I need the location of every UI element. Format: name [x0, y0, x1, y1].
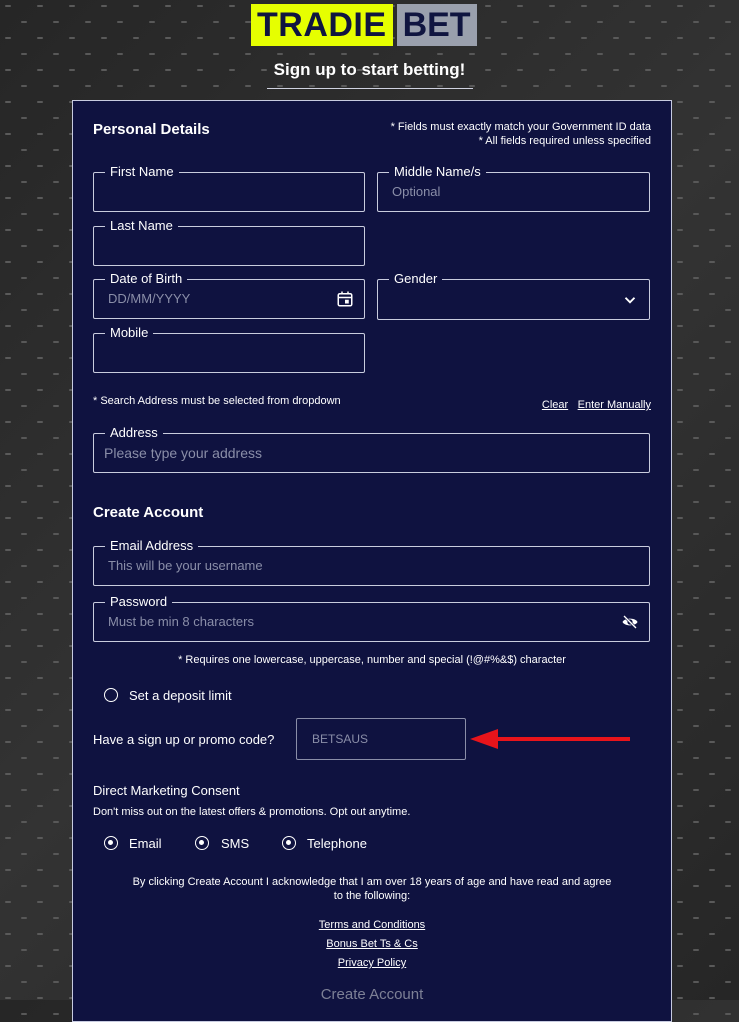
legal-text: By clicking Create Account I acknowledge…	[132, 876, 612, 902]
telephone-consent-label: Telephone	[307, 836, 367, 851]
middle-name-label: Middle Name/s	[389, 164, 486, 180]
email-consent-label: Email	[129, 836, 162, 851]
privacy-link[interactable]: Privacy Policy	[338, 957, 406, 969]
dob-field[interactable]: Date of Birth DD/MM/YYYY	[93, 271, 365, 319]
legal-links: Terms and Conditions Bonus Bet Ts & Cs P…	[73, 915, 671, 972]
promo-label: Have a sign up or promo code?	[93, 732, 275, 747]
password-requirements: * Requires one lowercase, uppercase, num…	[178, 654, 566, 666]
promo-code-value: BETSAUS	[312, 732, 369, 746]
first-name-label: First Name	[105, 164, 179, 180]
id-note-2: * All fields required unless specified	[478, 135, 651, 147]
personal-details-title: Personal Details	[93, 121, 210, 138]
promo-code-input[interactable]: BETSAUS	[296, 718, 466, 760]
password-label: Password	[105, 594, 173, 610]
email-label: Email Address	[105, 538, 199, 554]
id-note-1: * Fields must exactly match your Governm…	[390, 121, 651, 133]
sms-consent-label: SMS	[221, 836, 250, 851]
clear-address-link[interactable]: Clear	[542, 399, 568, 411]
password-field[interactable]: Password Must be min 8 characters	[93, 594, 650, 642]
page-tagline: Sign up to start betting!	[273, 60, 466, 79]
eye-off-icon[interactable]	[621, 613, 639, 631]
middle-name-field[interactable]: Middle Name/s Optional	[377, 164, 650, 212]
logo-tradie: TRADIE	[251, 4, 393, 46]
create-account-button[interactable]: Create Account	[73, 986, 671, 1003]
email-field[interactable]: Email Address This will be your username	[93, 538, 650, 586]
first-name-field[interactable]: First Name	[93, 164, 365, 212]
email-consent-radio[interactable]	[104, 836, 118, 850]
signup-form: Personal Details * Fields must exactly m…	[72, 100, 672, 1022]
marketing-title: Direct Marketing Consent	[93, 783, 240, 798]
marketing-subtitle: Don't miss out on the latest offers & pr…	[93, 806, 411, 818]
address-actions: Clear Enter Manually	[542, 395, 651, 413]
address-field[interactable]: Address Please type your address	[93, 425, 650, 473]
deposit-limit-label: Set a deposit limit	[129, 688, 232, 703]
bonus-terms-link[interactable]: Bonus Bet Ts & Cs	[326, 938, 418, 950]
address-placeholder: Please type your address	[104, 445, 262, 461]
last-name-field[interactable]: Last Name	[93, 218, 365, 266]
middle-name-placeholder: Optional	[392, 184, 441, 199]
chevron-down-icon	[624, 297, 636, 304]
tagline-divider	[267, 88, 473, 89]
deposit-limit-radio[interactable]	[104, 688, 118, 702]
dob-placeholder: DD/MM/YYYY	[108, 291, 191, 306]
address-note: * Search Address must be selected from d…	[93, 395, 341, 407]
telephone-consent-radio[interactable]	[282, 836, 296, 850]
mobile-field[interactable]: Mobile	[93, 325, 365, 373]
gender-select[interactable]: Gender	[377, 271, 650, 320]
mobile-label: Mobile	[105, 325, 154, 341]
logo-bet: BET	[396, 4, 477, 46]
terms-link[interactable]: Terms and Conditions	[319, 919, 425, 931]
email-placeholder: This will be your username	[108, 558, 263, 573]
sms-consent-radio[interactable]	[195, 836, 209, 850]
enter-manually-link[interactable]: Enter Manually	[578, 399, 651, 411]
password-placeholder: Must be min 8 characters	[108, 614, 254, 629]
gender-label: Gender	[389, 271, 443, 287]
calendar-icon[interactable]	[336, 290, 354, 308]
address-label: Address	[105, 425, 163, 441]
red-arrow-annotation	[470, 729, 630, 749]
last-name-label: Last Name	[105, 218, 178, 234]
brand-logo: TRADIE BET	[251, 4, 477, 46]
create-account-title: Create Account	[93, 504, 204, 521]
dob-label: Date of Birth	[105, 271, 188, 287]
id-note: * Fields must exactly match your Governm…	[391, 120, 651, 148]
